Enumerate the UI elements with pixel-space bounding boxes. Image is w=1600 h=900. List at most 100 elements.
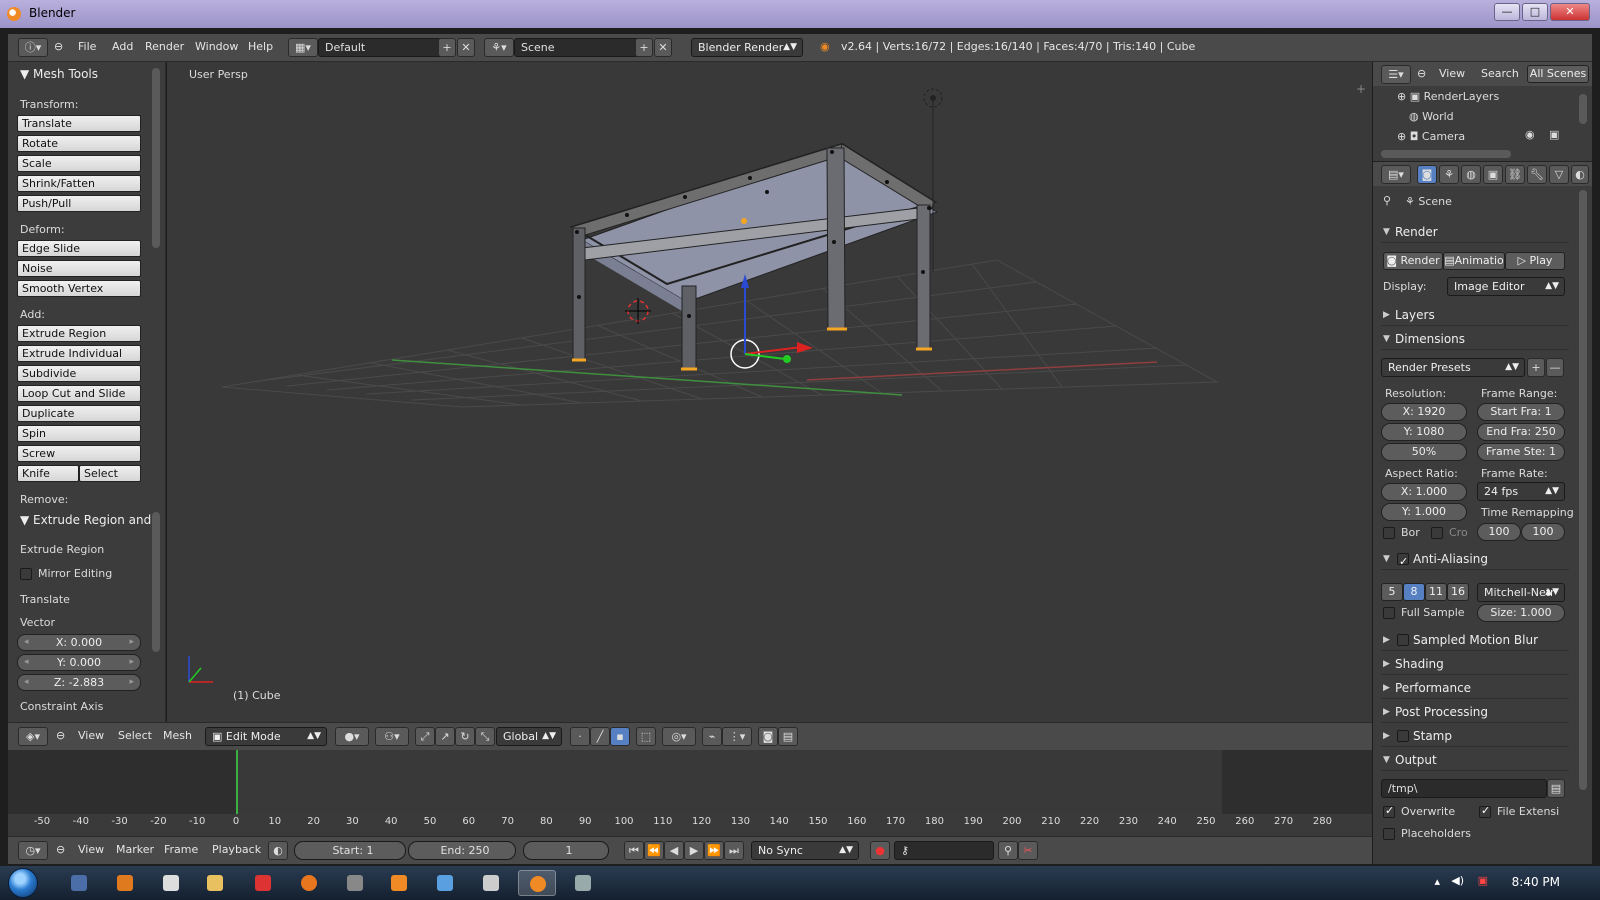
editor-type-3dview-icon[interactable]: ◈▾ <box>18 727 48 746</box>
insert-keyframe-icon[interactable]: ⚲ <box>998 841 1018 860</box>
timeline-editor[interactable]: -50 -40 -30 -20 -10 0 10 20 30 40 50 60 70 80 90 100 110… <box>8 750 1372 836</box>
pivot-point-icon[interactable]: ⚇▾ <box>375 727 409 746</box>
collapse-icon[interactable]: ⊖ <box>54 40 63 53</box>
limit-selection-icon[interactable]: ⬚ <box>636 727 656 746</box>
add-scene-icon[interactable]: + <box>635 38 653 57</box>
jump-next-keyframe-icon[interactable]: ⏩ <box>704 841 724 860</box>
push-pull-button[interactable]: Push/Pull <box>17 195 141 212</box>
menu-mesh[interactable]: Mesh <box>163 729 192 742</box>
scale-button[interactable]: Scale <box>17 155 141 172</box>
face-select-icon[interactable]: ▪ <box>610 727 630 746</box>
jump-start-icon[interactable]: ⏮ <box>624 841 644 860</box>
motion-blur-checkbox[interactable] <box>1397 634 1409 646</box>
current-frame-cursor[interactable] <box>236 750 238 814</box>
post-processing-section-header[interactable]: ▶ Post Processing <box>1381 701 1569 723</box>
world-tab-icon[interactable]: ◍ <box>1461 165 1481 184</box>
vector-x-field[interactable]: ◂ X: 0.000 ▸ <box>17 634 141 651</box>
scale-manipulator-icon[interactable]: ⤡ <box>475 727 495 746</box>
editor-type-timeline-icon[interactable]: ◷▾ <box>18 841 48 860</box>
3d-viewport[interactable]: + User Persp (1) Cube <box>167 62 1372 722</box>
editor-type-outliner-icon[interactable]: ☰▾ <box>1381 65 1411 84</box>
aa-samples-11[interactable]: 11 <box>1425 583 1447 601</box>
frame-rate-dropdown[interactable]: 24 fps ▲▼ <box>1477 482 1565 501</box>
mode-dropdown[interactable]: ▣ Edit Mode ▲▼ <box>205 727 327 746</box>
aa-samples-5[interactable]: 5 <box>1381 583 1403 601</box>
jump-prev-keyframe-icon[interactable]: ⏪ <box>644 841 664 860</box>
taskbar-app-7-icon[interactable] <box>336 870 374 896</box>
dimensions-section-header[interactable]: ▼ Dimensions <box>1381 328 1569 350</box>
play-button[interactable]: ▷ Play <box>1505 252 1565 270</box>
add-preset-icon[interactable]: + <box>1527 358 1545 377</box>
object-tab-icon[interactable]: ▣ <box>1483 165 1503 184</box>
resolution-x-field[interactable]: X: 1920 <box>1381 403 1467 421</box>
taskbar-app-5-icon[interactable] <box>244 870 282 896</box>
render-camera-icon[interactable]: ▣ <box>1549 128 1559 141</box>
vertex-select-icon[interactable]: · <box>570 727 590 746</box>
menu-render[interactable]: Render <box>145 40 184 53</box>
scene-icon[interactable]: ⚘▾ <box>484 38 514 57</box>
menu-add[interactable]: Add <box>112 40 133 53</box>
menu-window[interactable]: Window <box>195 40 238 53</box>
knife-select-button[interactable]: Select <box>79 465 141 482</box>
render-engine-dropdown[interactable]: Blender Render ▲▼ <box>691 38 803 57</box>
spin-button[interactable]: Spin <box>17 425 141 442</box>
render-section-header[interactable]: ▼ Render <box>1381 221 1569 243</box>
operator-panel-header[interactable]: ▼ Extrude Region and <box>20 513 151 527</box>
render-tab-icon[interactable]: ◙ <box>1417 165 1437 184</box>
extrude-individual-button[interactable]: Extrude Individual <box>17 345 141 362</box>
pin-icon[interactable]: ⚲ <box>1383 194 1391 207</box>
taskbar-app-2-icon[interactable] <box>106 870 144 896</box>
motion-blur-section-header[interactable]: ▶ Sampled Motion Blur <box>1381 629 1569 651</box>
menu-help[interactable]: Help <box>248 40 273 53</box>
layout-field[interactable]: Default <box>318 38 446 57</box>
menu-view[interactable]: View <box>78 843 104 856</box>
visibility-eye-icon[interactable]: ◉ <box>1525 128 1535 141</box>
record-icon[interactable]: ● <box>870 841 890 860</box>
editor-type-info-icon[interactable]: ⓘ▾ <box>18 38 48 57</box>
jump-end-icon[interactable]: ⏭ <box>724 841 744 860</box>
render-animation-icon[interactable]: ▤ <box>778 727 798 746</box>
file-extensions-checkbox[interactable] <box>1479 804 1491 818</box>
snap-toggle-icon[interactable]: ⌁ <box>702 727 722 746</box>
taskbar-firefox-icon[interactable] <box>290 870 328 896</box>
delete-keyframe-icon[interactable]: ✂ <box>1018 841 1038 860</box>
output-path-field[interactable]: /tmp\ <box>1381 779 1547 798</box>
render-image-icon[interactable]: ◙ <box>758 727 778 746</box>
taskbar-blender-icon[interactable] <box>518 870 556 896</box>
start-menu-icon[interactable] <box>8 868 38 898</box>
render-button[interactable]: ◙ Render <box>1383 252 1443 270</box>
proportional-editing-icon[interactable]: ◎▾ <box>662 727 696 746</box>
translate-manipulator-icon[interactable]: ↗ <box>435 727 455 746</box>
aa-samples-16[interactable]: 16 <box>1447 583 1469 601</box>
menu-view[interactable]: View <box>78 729 104 742</box>
snap-element-icon[interactable]: ⋮▾ <box>722 727 752 746</box>
stamp-section-header[interactable]: ▶ Stamp <box>1381 725 1569 747</box>
menu-playback[interactable]: Playback <box>212 843 261 856</box>
crop-checkbox[interactable] <box>1431 527 1443 539</box>
aa-size-field[interactable]: Size: 1.000 <box>1477 604 1565 622</box>
taskbar-clock[interactable]: 8:40 PM <box>1512 875 1560 889</box>
outliner-menu-search[interactable]: Search <box>1481 67 1519 80</box>
tray-network-icon[interactable]: ▣ <box>1478 874 1488 887</box>
play-reverse-icon[interactable]: ◀ <box>664 841 684 860</box>
performance-section-header[interactable]: ▶ Performance <box>1381 677 1569 699</box>
menu-select[interactable]: Select <box>118 729 152 742</box>
translate-button[interactable]: Translate <box>17 115 141 132</box>
taskbar-app-10-icon[interactable] <box>472 870 510 896</box>
scene-tab-icon[interactable]: ⚘ <box>1439 165 1459 184</box>
aa-filter-dropdown[interactable]: Mitchell-Netr ▲▼ <box>1477 583 1565 602</box>
noise-button[interactable]: Noise <box>17 260 141 277</box>
remove-preset-icon[interactable]: — <box>1546 358 1564 377</box>
start-frame-field[interactable]: Start Fra: 1 <box>1477 403 1565 421</box>
edge-slide-button[interactable]: Edge Slide <box>17 240 141 257</box>
outliner-item-world[interactable]: ◍ World <box>1409 110 1454 123</box>
remove-scene-icon[interactable]: ✕ <box>654 38 672 57</box>
vector-z-field[interactable]: ◂ Z: -2.883 ▸ <box>17 674 141 691</box>
menu-file[interactable]: File <box>78 40 96 53</box>
constraints-tab-icon[interactable]: ⛓ <box>1505 165 1525 184</box>
full-sample-checkbox[interactable] <box>1383 607 1395 619</box>
properties-scrollbar[interactable] <box>1579 190 1587 790</box>
viewport-plus-icon[interactable]: + <box>1356 82 1366 96</box>
close-button[interactable]: ✕ <box>1550 3 1590 21</box>
manipulator-toggle-icon[interactable]: ⤢ <box>415 727 435 746</box>
